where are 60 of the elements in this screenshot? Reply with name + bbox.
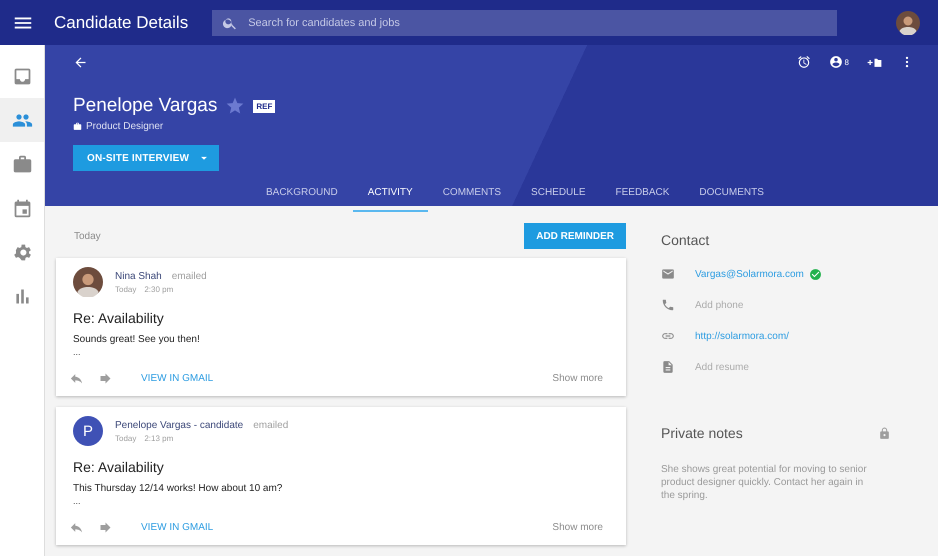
date-label: Today: [115, 434, 136, 442]
view-in-gmail-link[interactable]: VIEW IN GMAIL: [141, 522, 214, 533]
watchers-button[interactable]: 8: [828, 55, 849, 69]
section-heading: Private notes: [661, 425, 743, 441]
search-field[interactable]: Search for candidates and jobs: [212, 10, 838, 36]
action-label: emailed: [172, 270, 207, 282]
reply-icon[interactable]: [69, 520, 84, 535]
tab[interactable]: BACKGROUND: [251, 181, 353, 212]
show-more-link[interactable]: Show more: [552, 373, 603, 384]
inbox-icon: [12, 66, 32, 86]
back-arrow-icon[interactable]: [73, 54, 88, 70]
stage-dropdown[interactable]: ON-SITE INTERVIEW: [73, 145, 220, 171]
email-body: Sounds great! See you then!: [73, 334, 201, 345]
tab[interactable]: SCHEDULE: [516, 181, 601, 212]
add-reminder-button[interactable]: ADD REMINDER: [524, 223, 626, 249]
email-subject: Re: Availability: [73, 310, 165, 326]
section-heading: Contact: [661, 232, 710, 248]
referral-badge: REF: [253, 100, 276, 112]
time-label: 2:30 pm: [144, 284, 174, 294]
contact-link[interactable]: Vargas@Solarmora.com: [695, 268, 804, 280]
page-title: Candidate Details: [54, 12, 188, 32]
contact-placeholder[interactable]: Add phone: [695, 300, 744, 310]
action-label: emailed: [253, 420, 288, 430]
briefcase-icon: [73, 122, 82, 131]
date-label: Today: [115, 284, 136, 294]
notes-text: She shows great potential for moving to senior product designer quickly. Contact her again in the spring.: [661, 463, 868, 502]
forward-icon[interactable]: [98, 371, 113, 386]
avatar-icon[interactable]: [896, 10, 920, 34]
nav-item[interactable]: [0, 98, 44, 142]
document-icon: [661, 360, 675, 374]
person-avatar: [73, 267, 103, 297]
view-in-gmail-link[interactable]: VIEW IN GMAIL: [141, 373, 214, 384]
email-icon: [661, 267, 675, 281]
tab[interactable]: DOCUMENTS: [684, 181, 779, 212]
ellipsis: ...: [73, 347, 82, 357]
candidate-name: Penelope Vargas: [73, 95, 218, 117]
contact-placeholder[interactable]: Add resume: [695, 362, 749, 372]
reply-icon[interactable]: [69, 371, 84, 386]
tab[interactable]: ACTIVITY: [352, 181, 428, 212]
job-title: Product Designer: [86, 121, 164, 132]
email-subject: Re: Availability: [73, 459, 165, 475]
settings-icon: [12, 242, 32, 262]
ellipsis: ...: [73, 496, 82, 506]
star-icon[interactable]: [225, 96, 246, 116]
calendar-icon: [12, 198, 32, 218]
time-label: 2:13 pm: [144, 434, 174, 442]
email-body: This Thursday 12/14 works! How about 10 am?: [73, 483, 284, 494]
sender-name: Penelope Vargas - candidate: [115, 420, 244, 430]
date-heading: Today: [74, 230, 101, 242]
tab[interactable]: COMMENTS: [428, 181, 516, 212]
phone-icon: [661, 298, 675, 312]
tab[interactable]: FEEDBACK: [600, 181, 684, 212]
show-more-link[interactable]: Show more: [552, 522, 603, 533]
briefcase-icon: [12, 154, 32, 174]
sender-name: Nina Shah: [115, 270, 162, 282]
forward-icon[interactable]: [98, 520, 113, 535]
alarm-icon[interactable]: [796, 55, 811, 69]
account-icon: [828, 55, 843, 69]
contact-link[interactable]: http://solarmora.com/: [695, 330, 789, 342]
letter-avatar: P: [73, 416, 103, 446]
